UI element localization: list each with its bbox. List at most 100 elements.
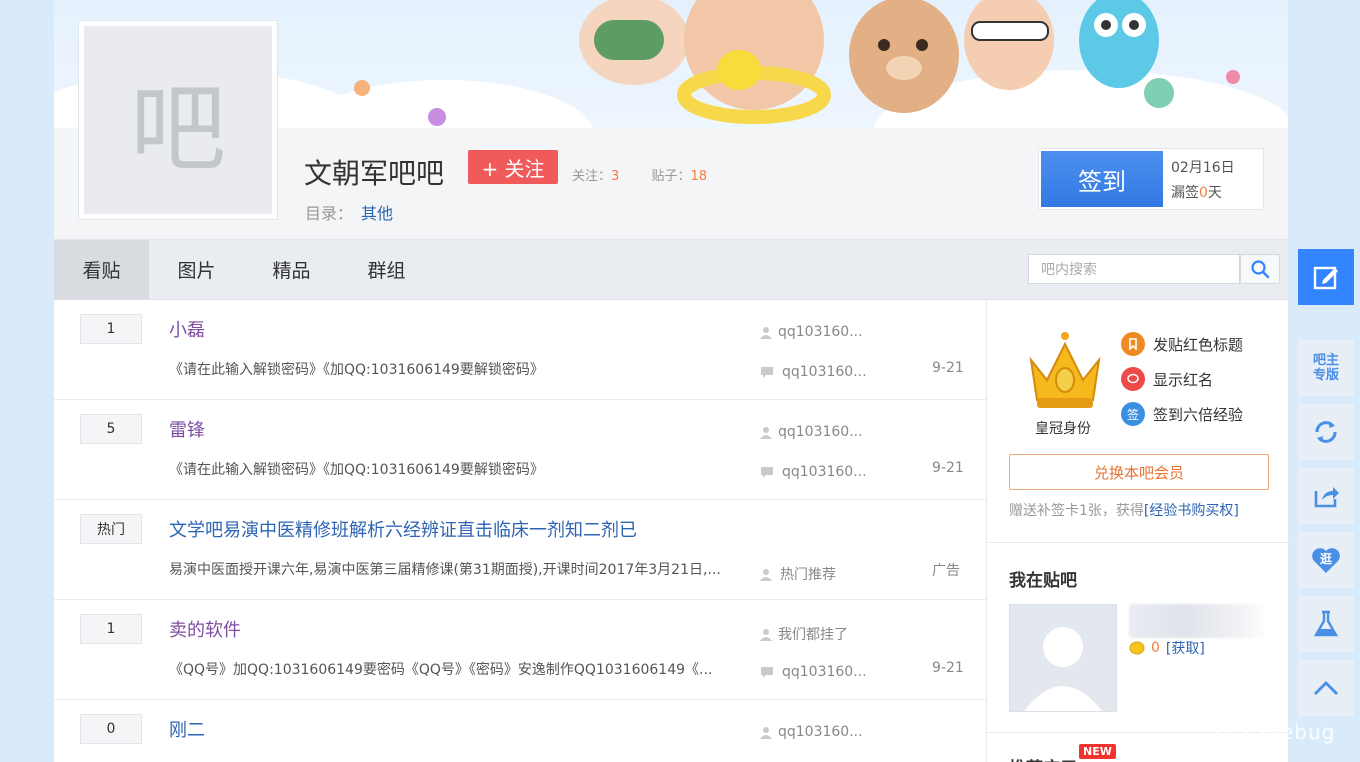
comment-icon	[761, 667, 773, 678]
forum-name[interactable]: 文朝军吧吧	[304, 152, 444, 192]
user-avatar[interactable]	[1009, 604, 1117, 712]
follow-button[interactable]: + 关注	[468, 150, 558, 184]
share-icon	[1314, 487, 1339, 508]
tab-pictures[interactable]: 图片	[149, 240, 244, 299]
thread-last-reply[interactable]: 热门推荐	[760, 564, 836, 584]
thread-row: 5 雷锋 《请在此输入解锁密码》《加QQ:1031606149要解锁密码》 qq…	[54, 400, 986, 500]
flask-icon	[1313, 610, 1339, 637]
thread-abstract: 易演中医面授开课六年,易演中医第三届精修课(第31期面授),开课时间2017年3…	[169, 562, 721, 578]
sign-icon: 签	[1121, 402, 1145, 426]
catalog-label: 目录：	[305, 204, 354, 223]
banner-cartoon-illustration	[579, 0, 1159, 124]
catalog-link[interactable]: 其他	[361, 204, 393, 223]
seebug-watermark-text: Seebug	[1254, 720, 1336, 744]
browse-label: 逛	[1319, 552, 1332, 566]
coin-icon	[1129, 641, 1145, 655]
forum-search-input[interactable]: 吧内搜索	[1028, 254, 1240, 284]
reply-count: 1	[80, 614, 142, 644]
last-reply-name[interactable]: qq103160...	[782, 464, 867, 480]
redeem-membership-button[interactable]: 兑换本吧会员	[1009, 454, 1269, 490]
reply-count: 0	[80, 714, 142, 744]
forum-avatar[interactable]: 吧	[78, 20, 278, 220]
sign-miss-count: 0	[1199, 185, 1208, 201]
bookmark-icon	[1121, 332, 1145, 356]
thread-author[interactable]: qq103160...	[760, 424, 863, 440]
user-icon	[760, 726, 772, 739]
forum-stats: 关注：3 贴子：18	[572, 165, 735, 184]
forum-admin-label: 吧主专版	[1312, 353, 1339, 383]
last-reply-name[interactable]: qq103160...	[782, 364, 867, 380]
thread-author[interactable]: qq103160...	[760, 724, 863, 740]
search-button[interactable]	[1240, 254, 1280, 284]
lab-button[interactable]	[1298, 596, 1354, 652]
hot-badge: 热门	[80, 514, 142, 544]
thread-author[interactable]: qq103160...	[760, 324, 863, 340]
thread-title[interactable]: 小磊	[169, 316, 205, 342]
coin-info: 0 [获取]	[1129, 638, 1205, 658]
refresh-icon	[1315, 421, 1337, 443]
user-icon	[760, 568, 772, 581]
thread-list: 1 小磊 《请在此输入解锁密码》《加QQ:1031606149要解锁密码》 qq…	[54, 300, 986, 762]
privilege-label: 签到六倍经验	[1153, 405, 1244, 424]
author-name[interactable]: qq103160...	[778, 724, 863, 740]
tab-featured[interactable]: 精品	[244, 240, 339, 299]
thread-last-reply[interactable]: qq103160...	[760, 364, 867, 380]
thread-title[interactable]: 文学吧易演中医精修班解析六经辨证直击临床一剂知二剂已	[169, 516, 637, 542]
last-reply-name[interactable]: qq103160...	[782, 664, 867, 680]
tab-threads[interactable]: 看贴	[54, 240, 149, 299]
thread-abstract: 《QQ号》加QQ:1031606149要密码《QQ号》《密码》安逸制作QQ103…	[169, 662, 713, 678]
privilege-label: 发贴红色标题	[1153, 335, 1244, 354]
refresh-button[interactable]	[1298, 404, 1354, 460]
follow-count: 3	[611, 169, 620, 184]
seebug-watermark: ⓘ Seebug	[1216, 716, 1335, 748]
forum-admin-button[interactable]: 吧主专版	[1298, 340, 1354, 396]
thread-abstract: 《请在此输入解锁密码》《加QQ:1031606149要解锁密码》	[169, 362, 544, 378]
thread-author[interactable]: 我们都挂了	[760, 624, 848, 644]
chat-icon	[1121, 367, 1145, 391]
post-count: 18	[690, 169, 707, 184]
user-icon	[760, 628, 772, 641]
new-badge: NEW	[1079, 744, 1116, 759]
thread-row: 1 卖的软件 《QQ号》加QQ:1031606149要密码《QQ号》《密码》安逸…	[54, 600, 986, 700]
thread-title[interactable]: 卖的软件	[169, 616, 241, 642]
thread-last-reply[interactable]: qq103160...	[760, 464, 867, 480]
membership-note: 赠送补签卡1张，获得[经验书购买权]	[1009, 500, 1239, 520]
sign-in-button[interactable]: 签到	[1041, 151, 1163, 207]
forum-nav: 看贴 图片 精品 群组 吧内搜索	[54, 240, 1288, 300]
membership-note-text: 赠送补签卡1张，获得	[1009, 503, 1144, 519]
hot-recommend-label: 热门推荐	[780, 567, 836, 583]
forum-aside: 皇冠身份 发贴红色标题 显示红名 签 签到六倍经验 兑换本吧会员 赠送补签卡1张…	[986, 300, 1289, 762]
browse-button[interactable]: 逛	[1298, 532, 1354, 588]
privilege-red-title: 发贴红色标题	[1121, 332, 1243, 356]
my-forum-title: 我在贴吧	[1009, 571, 1077, 591]
get-coin-link[interactable]: [获取]	[1166, 638, 1205, 658]
coin-count: 0	[1151, 640, 1160, 656]
author-name[interactable]: 我们都挂了	[778, 624, 848, 644]
thread-time: 9-21	[932, 460, 964, 476]
author-name[interactable]: qq103160...	[778, 424, 863, 440]
reply-count: 5	[80, 414, 142, 444]
share-button[interactable]	[1298, 468, 1354, 524]
back-to-top-button[interactable]	[1298, 660, 1354, 716]
tab-groups[interactable]: 群组	[339, 240, 434, 299]
privilege-label: 显示红名	[1153, 370, 1214, 389]
thread-last-reply[interactable]: qq103160...	[760, 664, 867, 680]
default-avatar-icon	[1010, 605, 1116, 711]
privilege-sign-exp: 签 签到六倍经验	[1121, 402, 1243, 426]
crown-label: 皇冠身份	[1035, 421, 1091, 437]
sign-miss-prefix: 漏签	[1171, 185, 1199, 201]
seebug-logo-icon: ⓘ	[1216, 716, 1248, 748]
user-icon	[760, 426, 772, 439]
comment-icon	[761, 367, 773, 378]
author-name[interactable]: qq103160...	[778, 324, 863, 340]
thread-title[interactable]: 雷锋	[169, 416, 205, 442]
thread-row-ad: 热门 文学吧易演中医精修班解析六经辨证直击临床一剂知二剂已 易演中医面授开课六年…	[54, 500, 986, 600]
thread-title[interactable]: 刚二	[169, 716, 205, 742]
forum-catalog: 目录： 其他	[305, 200, 393, 224]
chevron-up-icon	[1314, 681, 1338, 695]
divider	[987, 542, 1289, 543]
exp-book-link[interactable]: [经验书购买权]	[1144, 503, 1239, 519]
post-thread-button[interactable]	[1298, 249, 1354, 305]
thread-row: 1 小磊 《请在此输入解锁密码》《加QQ:1031606149要解锁密码》 qq…	[54, 300, 986, 400]
ad-label: 广告	[932, 563, 960, 579]
